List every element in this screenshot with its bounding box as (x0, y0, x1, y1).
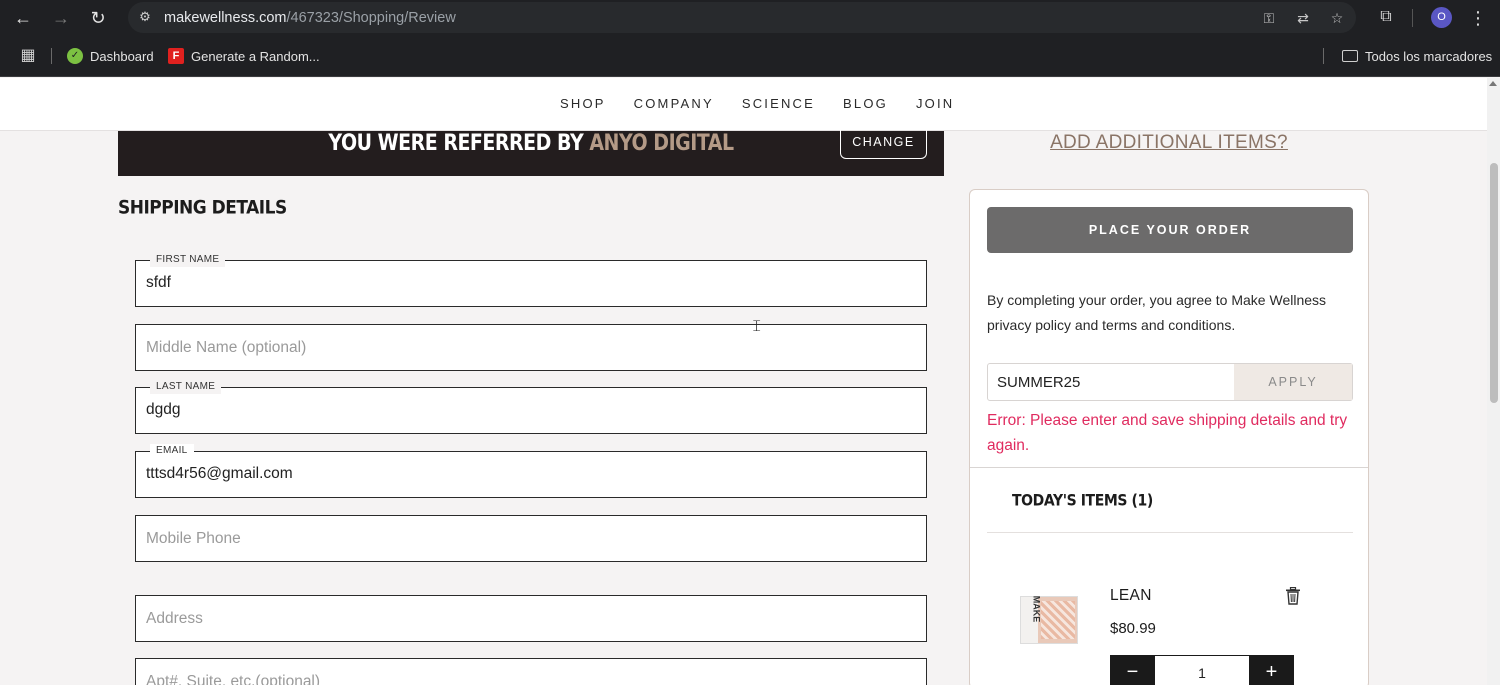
middle-name-field[interactable]: Middle Name (optional) (135, 324, 927, 371)
first-name-label: FIRST NAME (150, 253, 226, 267)
bookmarks-divider (1323, 48, 1324, 64)
trash-icon[interactable] (1285, 587, 1301, 605)
site-navigation: SHOP COMPANY SCIENCE BLOG JOIN (0, 78, 1487, 131)
translate-icon[interactable]: ⇄ (1292, 7, 1314, 29)
email-label: EMAIL (150, 444, 194, 458)
dashboard-favicon-icon: ✓ (67, 48, 83, 64)
last-name-field[interactable]: LAST NAME dgdg (135, 380, 927, 434)
toolbar-divider (1412, 9, 1413, 27)
increase-quantity-button[interactable]: + (1249, 655, 1294, 685)
order-agreement-text: By completing your order, you agree to M… (987, 292, 1327, 333)
last-name-value: dgdg (146, 401, 181, 418)
page-scrollbar[interactable] (1487, 78, 1500, 685)
first-name-field[interactable]: FIRST NAME sfdf (135, 253, 927, 307)
bookmark-generate-random[interactable]: F Generate a Random... (168, 46, 320, 66)
forward-arrow-icon[interactable]: → (49, 6, 73, 30)
profile-avatar[interactable]: O (1431, 7, 1452, 28)
first-name-value: sfdf (146, 274, 171, 291)
f-favicon-icon: F (168, 48, 184, 64)
email-field[interactable]: EMAIL tttsd4r56@gmail.com (135, 444, 927, 498)
product-image: MAKE (1020, 596, 1078, 644)
folder-icon (1342, 50, 1358, 62)
product-price: $80.99 (1110, 620, 1156, 637)
quantity-stepper: − 1 + (1110, 655, 1294, 685)
nav-join[interactable]: JOIN (916, 96, 954, 111)
text-cursor-icon: 𝙸 (751, 318, 763, 335)
last-name-label: LAST NAME (150, 380, 222, 394)
bookmark-star-icon[interactable]: ☆ (1326, 7, 1348, 29)
promo-code-group: SUMMER25 APPLY (987, 363, 1353, 401)
url-text[interactable]: makewellness.com/467323/Shopping/Review (164, 10, 456, 26)
back-arrow-icon[interactable]: ← (11, 6, 35, 30)
bookmark-folder-all[interactable]: Todos los marcadores (1342, 46, 1492, 66)
extensions-puzzle-icon[interactable]: ⧉ (1375, 6, 1397, 28)
apply-promo-button[interactable]: APPLY (1234, 364, 1352, 400)
password-key-icon[interactable]: ⚿ (1258, 7, 1280, 29)
browser-toolbar: ← → ↻ ⚙ makewellness.com/467323/Shopping… (0, 0, 1500, 36)
address-placeholder: Address (146, 610, 203, 627)
referrer-name: ANYO DIGITAL (589, 130, 734, 156)
scroll-up-arrow-icon[interactable] (1489, 81, 1497, 86)
reload-icon[interactable]: ↻ (86, 6, 110, 30)
bookmark-label: Dashboard (90, 48, 154, 64)
nav-company[interactable]: COMPANY (634, 96, 714, 111)
product-box-graphic (1020, 596, 1078, 644)
error-message: Error: Please enter and save shipping de… (987, 412, 1348, 454)
shipping-details-title: SHIPPING DETAILS (118, 197, 287, 219)
url-host: makewellness.com (164, 10, 287, 26)
email-value: tttsd4r56@gmail.com (146, 465, 293, 482)
referral-text: YOU WERE REFERRED BY ANYO DIGITAL (118, 129, 944, 158)
todays-items-title: TODAY'S ITEMS (1) (1012, 491, 1153, 511)
place-order-button[interactable]: PLACE YOUR ORDER (987, 207, 1353, 253)
bookmarks-bar: ▦ ✓ Dashboard F Generate a Random... Tod… (0, 36, 1500, 77)
decrease-quantity-button[interactable]: − (1110, 655, 1155, 685)
quantity-value[interactable]: 1 (1155, 655, 1249, 685)
address-field[interactable]: Address (135, 595, 927, 642)
items-divider (987, 532, 1353, 533)
browser-menu-icon[interactable]: ⋮ (1468, 6, 1488, 30)
bookmarks-divider (51, 48, 52, 64)
add-additional-items-link[interactable]: ADD ADDITIONAL ITEMS? (969, 132, 1369, 154)
card-divider (970, 467, 1368, 468)
order-summary-card: PLACE YOUR ORDER By completing your orde… (969, 189, 1369, 685)
referral-prefix: YOU WERE REFERRED BY (328, 130, 590, 156)
apt-suite-field[interactable]: Apt#, Suite, etc.(optional) (135, 658, 927, 685)
middle-name-placeholder: Middle Name (optional) (146, 339, 307, 356)
url-path: /467323/Shopping/Review (286, 10, 456, 26)
change-referrer-button[interactable]: CHANGE (840, 129, 927, 159)
address-bar[interactable]: ⚙ makewellness.com/467323/Shopping/Revie… (128, 2, 1356, 33)
mobile-phone-placeholder: Mobile Phone (146, 530, 241, 547)
bookmark-folder-label: Todos los marcadores (1365, 48, 1493, 64)
promo-code-input[interactable]: SUMMER25 (997, 374, 1080, 391)
nav-shop[interactable]: SHOP (560, 96, 606, 111)
site-info-icon[interactable]: ⚙ (136, 8, 154, 26)
nav-blog[interactable]: BLOG (843, 96, 888, 111)
bookmark-label: Generate a Random... (191, 48, 320, 64)
mobile-phone-field[interactable]: Mobile Phone (135, 515, 927, 562)
nav-science[interactable]: SCIENCE (742, 96, 815, 111)
apps-grid-icon[interactable]: ▦ (18, 46, 38, 66)
bookmark-dashboard[interactable]: ✓ Dashboard (67, 46, 154, 66)
scroll-thumb[interactable] (1490, 163, 1498, 403)
product-name: LEAN (1110, 587, 1152, 604)
referral-banner: YOU WERE REFERRED BY ANYO DIGITAL CHANGE (118, 129, 944, 176)
product-box-text: MAKE (1031, 595, 1042, 623)
apt-suite-placeholder: Apt#, Suite, etc.(optional) (146, 673, 321, 685)
